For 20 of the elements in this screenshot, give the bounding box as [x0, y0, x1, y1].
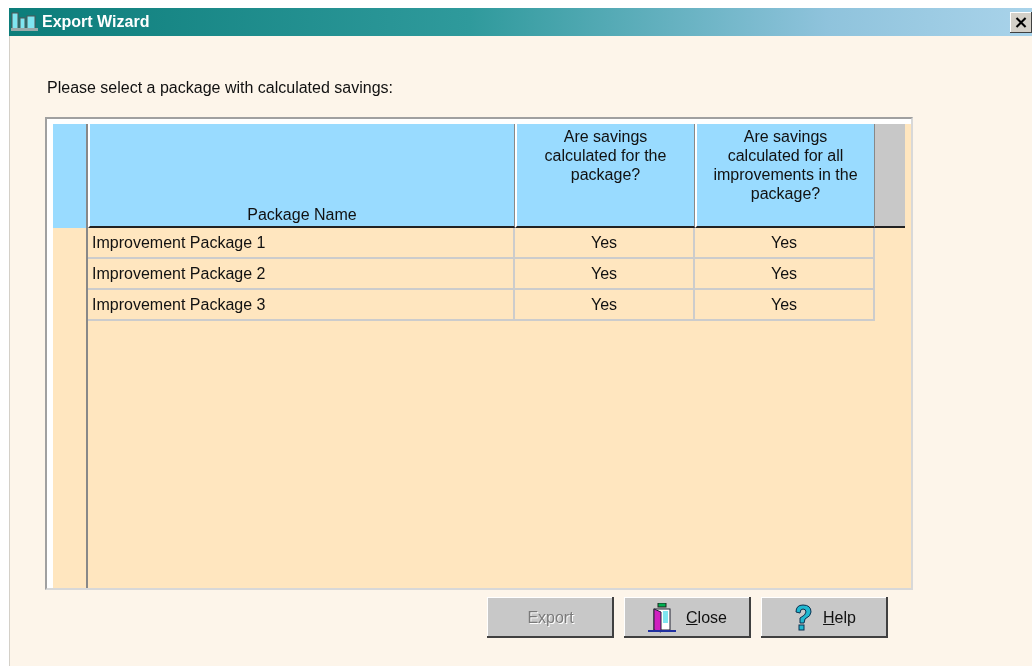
close-button[interactable]: × [1010, 11, 1032, 33]
table-cell: Yes [695, 259, 875, 290]
prompt-text: Please select a package with calculated savings: [47, 79, 394, 98]
table-cell: Improvement Package 2 [88, 259, 515, 290]
table-cell: Yes [695, 228, 875, 259]
table-cell: Yes [515, 290, 695, 321]
buildings-icon [11, 12, 39, 32]
help-icon [793, 603, 814, 632]
table-cell: Yes [515, 228, 695, 259]
door-icon [648, 602, 677, 633]
table-cell: Improvement Package 1 [88, 228, 515, 259]
close-button[interactable]: Close [624, 597, 751, 638]
table-cell: Yes [515, 259, 695, 290]
window-title: Export Wizard [42, 13, 151, 31]
table-cell: Yes [695, 290, 875, 321]
table-cell: Improvement Package 3 [88, 290, 515, 321]
column-header: Are savings calculated for all improvements in the package? [695, 124, 875, 228]
column-header: Package Name [88, 124, 515, 228]
help-button[interactable]: Help [761, 597, 888, 638]
column-header: Are savings calculated for the package? [515, 124, 695, 228]
